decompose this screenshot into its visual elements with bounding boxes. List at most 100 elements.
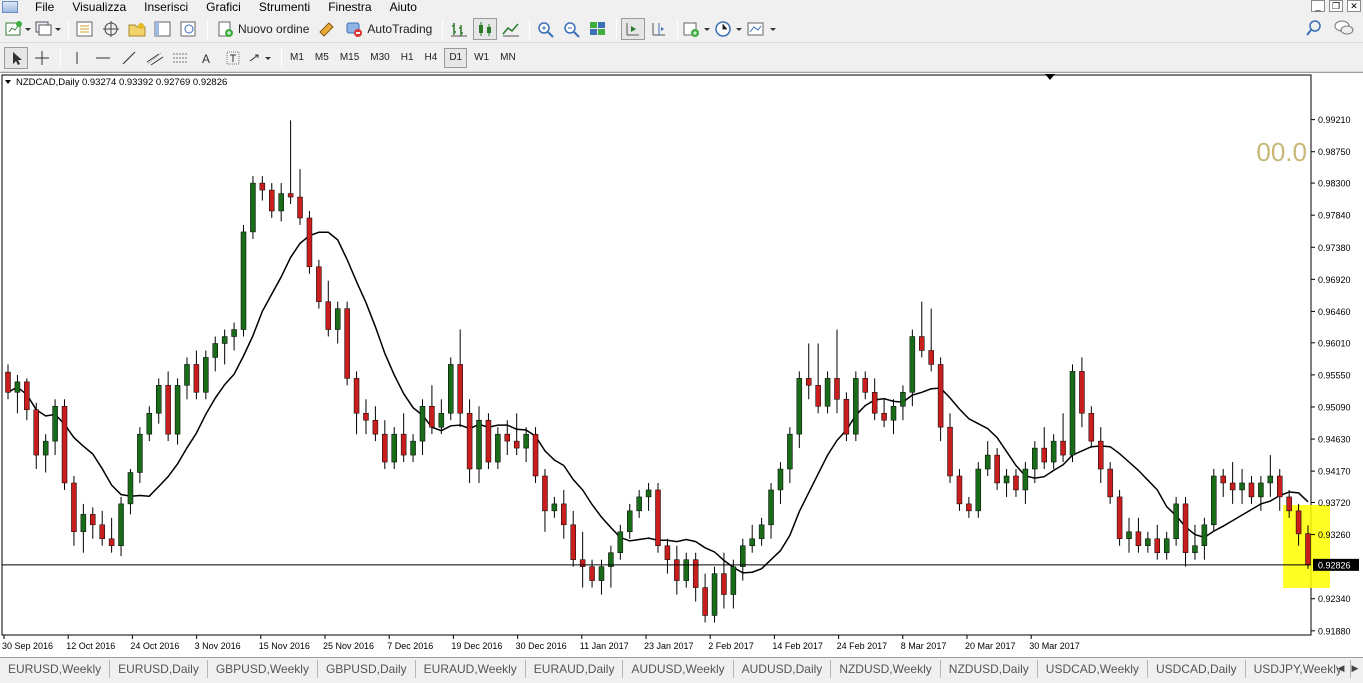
search-icon[interactable] — [1305, 19, 1323, 37]
y-tick-label: 0.92340 — [1318, 594, 1351, 604]
candle — [52, 399, 58, 456]
candle — [5, 364, 11, 400]
vertical-line-icon — [76, 51, 78, 64]
timeframe-m5[interactable]: M5 — [311, 48, 333, 68]
minimize-icon[interactable]: _ — [1311, 0, 1325, 12]
candle — [174, 378, 181, 445]
autotrading-button[interactable]: AutoTrading — [341, 18, 436, 40]
tab-scroll-left-icon[interactable]: ◀ — [1335, 661, 1347, 675]
candle — [1220, 469, 1226, 497]
line-chart-button[interactable] — [499, 18, 523, 40]
profiles-button[interactable] — [34, 18, 62, 40]
candle-body — [127, 472, 134, 505]
menu-aiuto[interactable]: Aiuto — [381, 1, 426, 13]
main-toolbar: Nuovo ordine AutoTrading — [0, 15, 1363, 43]
market-watch-button[interactable] — [73, 18, 97, 40]
arrows-button[interactable] — [247, 47, 275, 69]
menu-grafici[interactable]: Grafici — [197, 1, 250, 13]
toolbar-separator — [442, 18, 444, 39]
chart-tab[interactable]: NZDUSD,Weekly — [831, 660, 941, 678]
candle-body — [655, 489, 661, 546]
x-tick-label: 30 Sep 2016 — [2, 641, 53, 651]
chart-tab[interactable]: NZDUSD,Daily — [941, 660, 1038, 678]
crosshair-tool-button[interactable] — [30, 47, 54, 69]
indicators-button[interactable] — [682, 18, 712, 40]
timeframe-w1[interactable]: W1 — [470, 48, 493, 68]
candle-body — [579, 559, 586, 567]
timeframe-mn[interactable]: MN — [496, 48, 520, 68]
menu-inserisci[interactable]: Inserisci — [135, 1, 197, 13]
fibonacci-button[interactable] — [169, 47, 193, 69]
candle-body — [1126, 531, 1132, 540]
candle — [796, 371, 803, 449]
candle-body — [1182, 503, 1189, 553]
close-icon[interactable]: ✕ — [1347, 0, 1361, 12]
candle — [1022, 462, 1029, 504]
chart-tab[interactable]: EURUSD,Daily — [110, 660, 208, 678]
drawing-toolbar: A M1 M5 M15 M30 H1 H4 D1 W1 MN — [0, 44, 1363, 72]
tab-scroll-right-icon[interactable]: ▶ — [1349, 661, 1361, 675]
cursor-tool-button[interactable] — [4, 46, 28, 69]
data-window-button[interactable] — [99, 18, 123, 40]
auto-scroll-button[interactable] — [621, 17, 646, 40]
y-tick-label: 0.96460 — [1318, 307, 1351, 317]
navigator-button[interactable] — [125, 18, 149, 40]
text-label-button[interactable] — [221, 47, 245, 69]
folder-star-icon — [128, 22, 146, 36]
new-chart-button[interactable] — [4, 18, 32, 40]
chart-tab[interactable]: USDCAD,Weekly — [1038, 660, 1148, 678]
candle-body — [400, 433, 407, 456]
chart-tab[interactable]: USDCAD,Daily — [1148, 660, 1246, 678]
metaeditor-button[interactable] — [315, 18, 339, 40]
chart-tab[interactable]: GBPUSD,Daily — [318, 660, 416, 678]
chart-tab[interactable]: EURAUD,Weekly — [416, 660, 526, 678]
timeframe-d1[interactable]: D1 — [444, 47, 468, 68]
chart-window[interactable]: 0.99210 0.98750 0.98300 0.97840 0.97380 0.969… — [0, 72, 1363, 657]
chart-tab[interactable]: EURUSD,Weekly — [0, 660, 111, 678]
trendline-button[interactable] — [117, 47, 141, 69]
timeframe-h1[interactable]: H1 — [397, 48, 418, 68]
svg-text:A: A — [202, 52, 210, 66]
price-chart[interactable]: 0.99210 0.98750 0.98300 0.97840 0.97380 0.969… — [0, 73, 1363, 658]
chart-tab[interactable]: GBPUSD,Weekly — [208, 660, 318, 678]
zoom-out-button[interactable] — [560, 18, 584, 40]
menu-file[interactable]: File — [26, 1, 63, 13]
candle-body — [881, 412, 887, 421]
strategy-tester-button[interactable] — [177, 18, 201, 40]
equidistant-channel-button[interactable] — [143, 47, 167, 69]
candle-body — [834, 378, 840, 400]
candlestick-chart-button[interactable] — [473, 17, 498, 40]
timeframe-m15[interactable]: M15 — [336, 48, 363, 68]
menu-finestra[interactable]: Finestra — [319, 1, 380, 13]
candle — [118, 496, 124, 557]
menu-visualizza[interactable]: Visualizza — [63, 1, 135, 13]
terminal-button[interactable] — [151, 18, 175, 40]
candle — [1069, 364, 1076, 463]
chat-icon[interactable] — [1333, 19, 1355, 37]
tile-windows-button[interactable] — [586, 18, 610, 40]
zoom-in-button[interactable] — [534, 18, 558, 40]
candle — [928, 308, 934, 372]
chart-tab[interactable]: EURAUD,Daily — [526, 660, 624, 678]
timeframe-h4[interactable]: H4 — [421, 48, 442, 68]
horizontal-line-button[interactable] — [91, 47, 115, 69]
candle — [711, 566, 718, 623]
restore-icon[interactable]: ❐ — [1329, 0, 1343, 12]
menu-strumenti[interactable]: Strumenti — [250, 1, 319, 13]
periods-button[interactable] — [714, 18, 744, 40]
timeframe-m1[interactable]: M1 — [286, 48, 308, 68]
text-label-icon — [226, 51, 240, 64]
chart-shift-button[interactable] — [647, 18, 671, 40]
candle — [1050, 434, 1057, 470]
text-tool-button[interactable]: A — [195, 47, 219, 69]
autotrading-label: AutoTrading — [367, 21, 433, 36]
bar-chart-button[interactable] — [447, 18, 471, 40]
chart-tab[interactable]: AUDUSD,Weekly — [623, 660, 734, 678]
candle — [749, 524, 755, 553]
templates-button[interactable] — [746, 18, 778, 40]
timeframe-m30[interactable]: M30 — [366, 48, 393, 68]
chart-tab[interactable]: AUDUSD,Daily — [734, 660, 832, 678]
candle-body — [692, 559, 699, 588]
vertical-line-button[interactable] — [65, 47, 89, 69]
new-order-button[interactable]: Nuovo ordine — [212, 18, 313, 40]
